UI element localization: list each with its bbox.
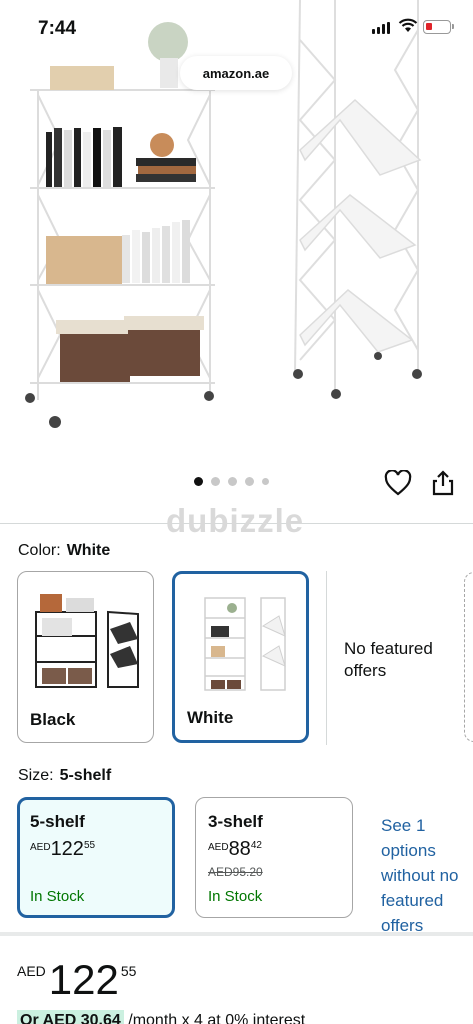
installment-highlight: Or AED 30.64 xyxy=(17,1010,124,1024)
pagination-dot[interactable] xyxy=(194,477,203,486)
stock-status: In Stock xyxy=(208,888,263,905)
price-whole: 122 xyxy=(48,956,119,1003)
price-fraction: 55 xyxy=(83,840,96,851)
pagination-dot[interactable] xyxy=(228,477,237,486)
color-label: Color: xyxy=(18,542,61,559)
size-option-price: AED 122 55 xyxy=(30,838,162,861)
stock-status: In Stock xyxy=(30,888,85,905)
price-currency: AED xyxy=(17,963,46,979)
no-featured-offers-text: No featured offers xyxy=(344,639,433,680)
installment-offer: Or AED 30.64 /month x 4 at 0% interest xyxy=(17,1010,306,1024)
pagination-dot[interactable] xyxy=(245,477,254,486)
size-option-5-shelf[interactable]: 5-shelf AED 122 55 In Stock xyxy=(17,797,175,918)
status-bar: 7:44 xyxy=(0,0,473,54)
white-shelf-thumbnail xyxy=(204,597,286,691)
size-option-price: AED 88 42 xyxy=(208,838,340,861)
color-option-white[interactable]: White xyxy=(172,571,309,743)
color-option-name: White xyxy=(187,708,234,727)
list-price: AED95.20 xyxy=(208,865,263,879)
main-price: AED 122 55 xyxy=(17,957,136,1003)
pagination-dot[interactable] xyxy=(262,478,269,485)
battery-icon xyxy=(423,20,454,34)
color-option-black[interactable]: Black xyxy=(17,571,154,743)
price-currency: AED xyxy=(30,842,51,853)
price-whole: 88 xyxy=(228,838,251,860)
color-option-name: Black xyxy=(30,710,76,729)
image-pagination-dots[interactable] xyxy=(194,477,269,486)
status-time: 7:44 xyxy=(38,18,77,39)
color-label-row: Color: White xyxy=(18,542,110,560)
see-options-link[interactable]: See 1 options without no featured offers xyxy=(381,813,473,938)
wifi-icon xyxy=(398,18,418,32)
size-selected-value: 5-shelf xyxy=(59,767,112,784)
cellular-signal-icon xyxy=(372,22,390,34)
price-fraction: 55 xyxy=(120,963,137,979)
installment-terms: /month x 4 at 0% interest xyxy=(128,1012,306,1024)
watermark-logo: dubizzle xyxy=(166,502,305,539)
see-options-text: See 1 options without no featured offers xyxy=(381,816,459,935)
price-whole: 122 xyxy=(50,838,84,860)
size-option-name: 3-shelf xyxy=(208,812,263,831)
price-currency: AED xyxy=(208,842,229,853)
divider xyxy=(326,571,327,745)
size-option-3-shelf[interactable]: 3-shelf AED 88 42 AED95.20 In Stock xyxy=(195,797,353,918)
url-bar[interactable]: amazon.ae xyxy=(180,56,292,90)
price-fraction: 42 xyxy=(250,840,262,851)
color-selected-value: White xyxy=(66,542,111,559)
color-option-unavailable[interactable] xyxy=(464,572,473,742)
black-shelf-thumbnail xyxy=(35,594,139,688)
heart-icon[interactable] xyxy=(384,470,412,496)
size-label: Size: xyxy=(18,767,54,784)
size-option-name: 5-shelf xyxy=(30,812,85,831)
size-label-row: Size: 5-shelf xyxy=(18,767,111,785)
section-divider xyxy=(0,932,473,936)
share-icon[interactable] xyxy=(431,469,455,497)
pagination-dot[interactable] xyxy=(211,477,220,486)
